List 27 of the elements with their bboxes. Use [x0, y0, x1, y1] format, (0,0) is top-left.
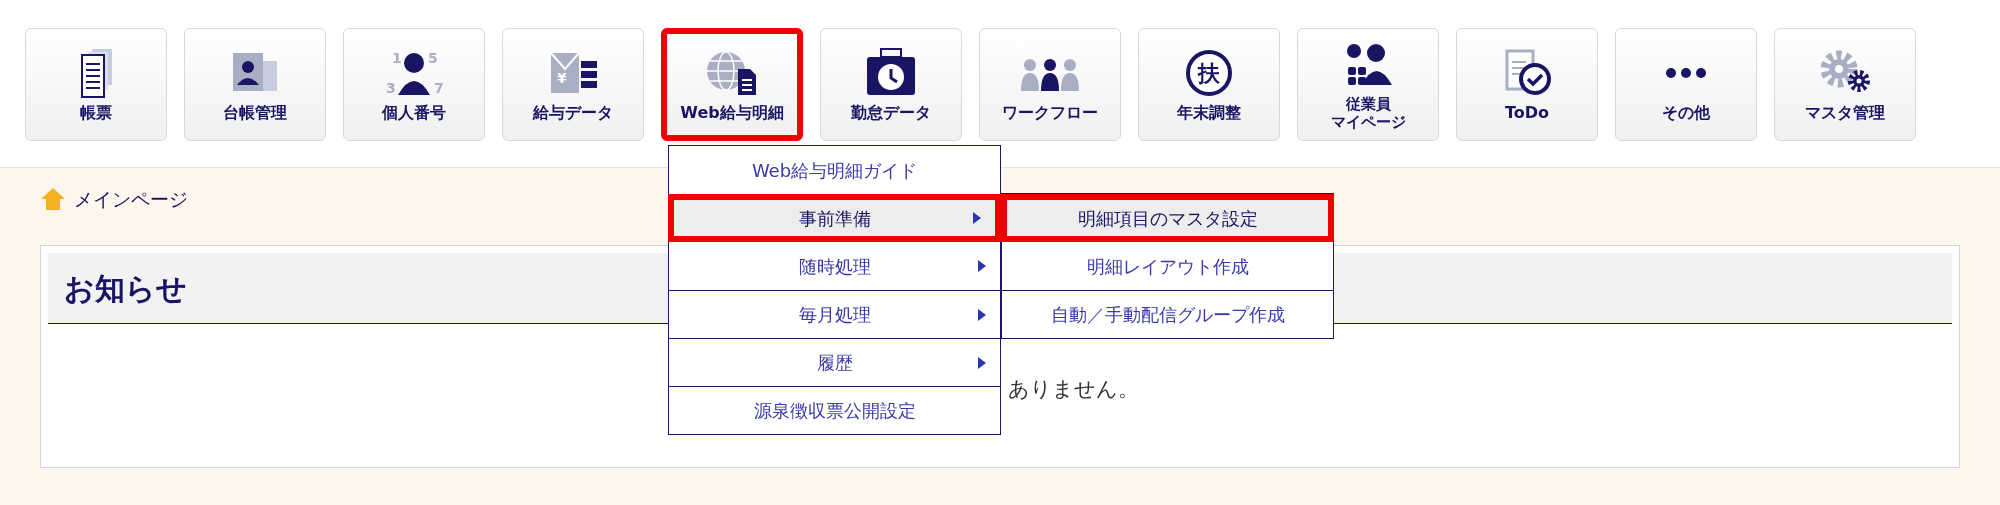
- breadcrumb-link[interactable]: メインページ: [74, 184, 188, 214]
- home-icon: [40, 187, 66, 211]
- menu-item[interactable]: 源泉徴収票公開設定: [669, 386, 1000, 434]
- menu-item[interactable]: 事前準備: [668, 194, 1001, 242]
- submenu-item[interactable]: 明細項目のマスタ設定: [1001, 194, 1334, 242]
- button-label: 従業員 マイページ: [1330, 94, 1406, 131]
- toolbar-button[interactable]: マスタ管理: [1774, 28, 1916, 141]
- toolbar-button[interactable]: ワークフロー: [979, 28, 1121, 141]
- menu-item[interactable]: Web給与明細ガイド: [669, 146, 1000, 194]
- toolbar-button[interactable]: ToDo: [1456, 28, 1598, 141]
- toolbar-button[interactable]: 帳票: [25, 28, 167, 141]
- notice-message: ありません。: [1008, 377, 1139, 401]
- toolbar-button[interactable]: 従業員 マイページ: [1297, 28, 1439, 141]
- toolbar-button[interactable]: ¥ 給与データ: [502, 28, 644, 141]
- toolbar-button[interactable]: Web給与明細: [661, 28, 803, 141]
- toolbar-button[interactable]: 1 5 3 7 個人番号: [343, 28, 485, 141]
- menu-item[interactable]: 履歴: [669, 338, 1000, 386]
- notice-title: お知らせ: [64, 269, 187, 308]
- toolbar-button[interactable]: その他: [1615, 28, 1757, 141]
- menu-item[interactable]: 随時処理: [669, 242, 1000, 290]
- toolbar-button[interactable]: 勤怠データ: [820, 28, 962, 141]
- menu-item[interactable]: 毎月処理: [669, 290, 1000, 338]
- more-icon: [1665, 67, 1707, 79]
- toolbar-button[interactable]: 扶 年末調整: [1138, 28, 1280, 141]
- toolbar-button[interactable]: 台帳管理: [184, 28, 326, 141]
- submenu-item[interactable]: 自動／手動配信グループ作成: [1002, 290, 1333, 338]
- submenu-item[interactable]: 明細レイアウト作成: [1002, 242, 1333, 290]
